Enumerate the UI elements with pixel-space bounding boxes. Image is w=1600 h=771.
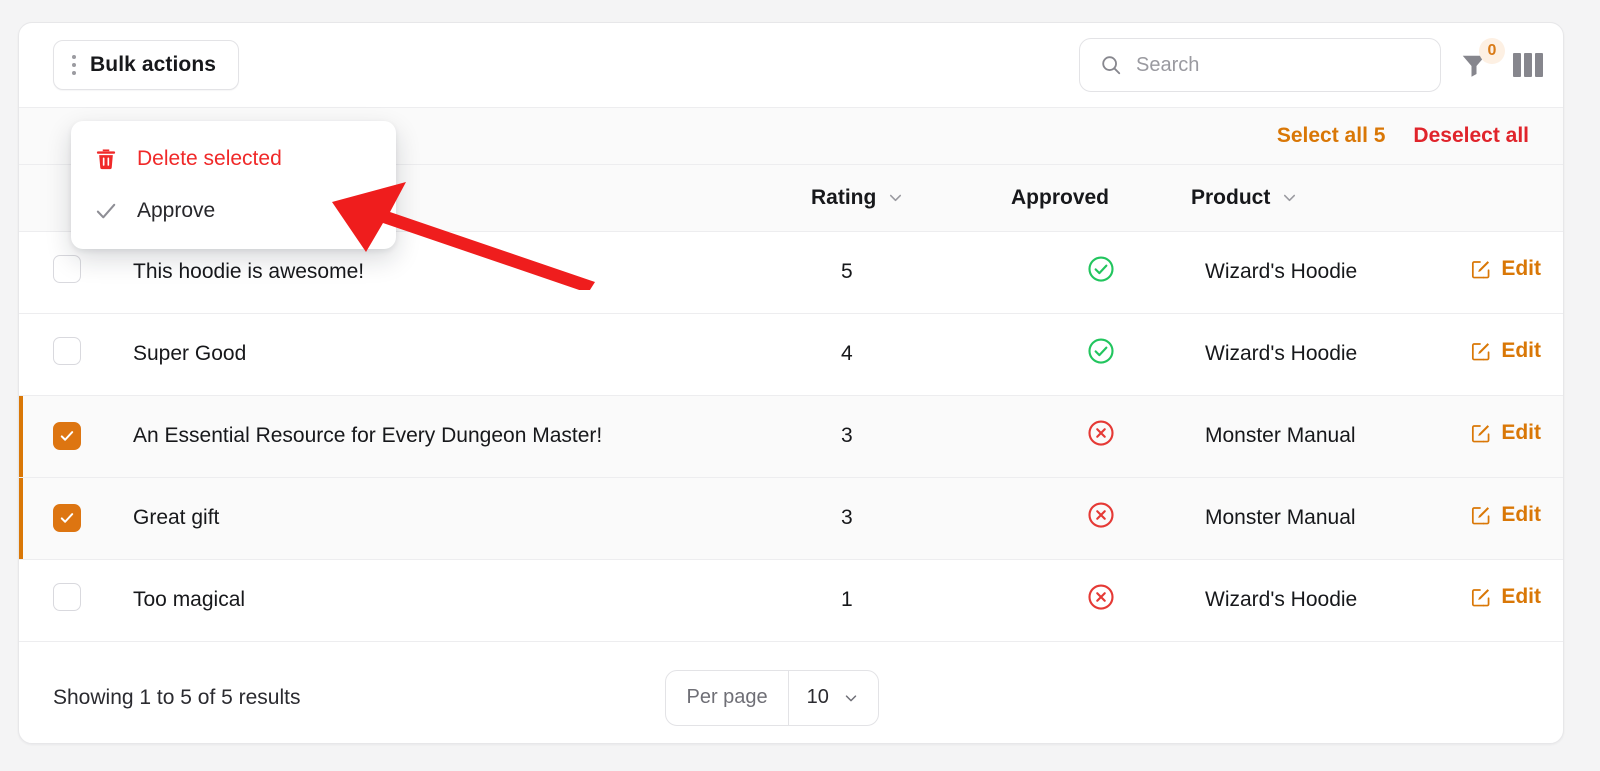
row-edit-cell: Edit (1461, 477, 1563, 560)
bulk-actions-button[interactable]: Bulk actions (53, 40, 240, 90)
header-product[interactable]: Product (1191, 165, 1461, 232)
row-product: Monster Manual (1191, 477, 1461, 560)
menu-item-delete-selected[interactable]: Delete selected (71, 133, 396, 185)
row-checkbox-cell (19, 313, 111, 396)
row-approved-status (1011, 313, 1191, 396)
row-checkbox[interactable] (53, 421, 81, 450)
search-icon (1102, 56, 1121, 75)
row-product: Wizard's Hoodie (1191, 559, 1461, 642)
header-rating[interactable]: Rating (811, 165, 1011, 232)
row-rating: 3 (811, 395, 1011, 478)
edit-button[interactable]: Edit (1461, 585, 1541, 609)
filter-count-badge: 0 (1479, 38, 1505, 64)
header-edit (1461, 165, 1563, 232)
row-edit-cell: Edit (1461, 313, 1563, 396)
row-checkbox[interactable] (53, 583, 81, 611)
edit-pencil-icon (1472, 342, 1490, 361)
row-title: Super Good (111, 313, 811, 396)
menu-item-approve-label: Approve (137, 199, 216, 222)
columns-button[interactable] (1513, 53, 1543, 77)
row-rating: 5 (811, 231, 1011, 314)
rejected-x-circle-icon (1088, 502, 1114, 528)
header-approved-label: Approved (1011, 185, 1110, 209)
table-toolbar: Bulk actions 0 (19, 23, 1563, 107)
per-page-value: 10 (806, 686, 829, 708)
row-title: An Essential Resource for Every Dungeon … (111, 395, 811, 478)
row-edit-cell: Edit (1461, 559, 1563, 642)
edit-pencil-icon (1472, 506, 1490, 525)
row-rating: 4 (811, 313, 1011, 396)
table-body: This hoodie is awesome! 5 Wizard's Hoodie E… (19, 231, 1563, 642)
row-title: Great gift (111, 477, 811, 560)
row-product: Wizard's Hoodie (1191, 231, 1461, 314)
row-checkbox[interactable] (53, 255, 81, 283)
toolbar-right-group: 0 (1079, 38, 1543, 92)
edit-button-label: Edit (1501, 421, 1541, 445)
table-row[interactable]: Too magical 1 Wizard's Hoodie Edit (19, 559, 1563, 642)
header-approved: Approved (1011, 165, 1191, 232)
approved-check-circle-icon (1088, 338, 1114, 364)
row-approved-status (1011, 231, 1191, 314)
approved-check-circle-icon (1088, 256, 1114, 282)
edit-button-label: Edit (1501, 257, 1541, 281)
row-product: Monster Manual (1191, 395, 1461, 478)
chevron-down-icon (890, 194, 902, 202)
edit-pencil-icon (1472, 424, 1490, 443)
row-checkbox[interactable] (53, 337, 81, 365)
rejected-x-circle-icon (1088, 584, 1114, 610)
rejected-x-circle-icon (1088, 420, 1114, 446)
columns-icon (1513, 53, 1543, 77)
table-row[interactable]: Super Good 4 Wizard's Hoodie Edit (19, 313, 1563, 396)
search-input[interactable] (1136, 39, 1440, 91)
header-product-label: Product (1191, 185, 1271, 209)
row-approved-status (1011, 559, 1191, 642)
deselect-all-link[interactable]: Deselect all (1413, 124, 1529, 148)
select-all-link[interactable]: Select all 5 (1277, 124, 1386, 148)
header-rating-label: Rating (811, 185, 877, 209)
edit-button-label: Edit (1501, 503, 1541, 527)
edit-button[interactable]: Edit (1461, 339, 1541, 363)
kebab-menu-icon (72, 55, 76, 75)
per-page-control[interactable]: Per page 10 (665, 669, 879, 726)
results-summary: Showing 1 to 5 of 5 results (53, 685, 301, 709)
table-row[interactable]: An Essential Resource for Every Dungeon … (19, 395, 1563, 478)
row-title: Too magical (111, 559, 811, 642)
menu-item-delete-selected-label: Delete selected (137, 147, 282, 170)
row-checkbox-cell (19, 477, 111, 560)
check-icon (96, 203, 116, 219)
checkmark-icon (60, 430, 74, 441)
checkmark-icon (60, 512, 74, 523)
edit-button[interactable]: Edit (1461, 421, 1541, 445)
menu-item-approve[interactable]: Approve (71, 185, 396, 237)
row-checkbox[interactable] (53, 503, 81, 532)
edit-pencil-icon (1472, 588, 1490, 607)
trash-icon (96, 149, 116, 170)
edit-button[interactable]: Edit (1461, 503, 1541, 527)
chevron-down-icon (1284, 194, 1296, 202)
per-page-label: Per page (666, 670, 789, 725)
table-row[interactable]: Great gift 3 Monster Manual Edit (19, 477, 1563, 560)
bulk-actions-dropdown: Delete selected Approve (71, 121, 396, 249)
bulk-actions-label: Bulk actions (90, 53, 217, 76)
reviews-table-card: Bulk actions 0 (18, 22, 1564, 744)
search-box[interactable] (1079, 38, 1441, 92)
row-edit-cell: Edit (1461, 231, 1563, 314)
row-product: Wizard's Hoodie (1191, 313, 1461, 396)
row-approved-status (1011, 477, 1191, 560)
edit-button-label: Edit (1501, 585, 1541, 609)
edit-button[interactable]: Edit (1461, 257, 1541, 281)
row-edit-cell: Edit (1461, 395, 1563, 478)
chevron-down-icon (845, 694, 857, 701)
page-root: Bulk actions 0 (0, 0, 1600, 771)
table-footer: Showing 1 to 5 of 5 results Per page 10 (19, 642, 1563, 754)
row-checkbox-cell (19, 559, 111, 642)
edit-button-label: Edit (1501, 339, 1541, 363)
row-approved-status (1011, 395, 1191, 478)
row-rating: 1 (811, 559, 1011, 642)
filter-button[interactable]: 0 (1459, 38, 1505, 80)
row-rating: 3 (811, 477, 1011, 560)
per-page-select[interactable]: 10 (789, 671, 878, 725)
edit-pencil-icon (1472, 260, 1490, 279)
row-checkbox-cell (19, 395, 111, 478)
